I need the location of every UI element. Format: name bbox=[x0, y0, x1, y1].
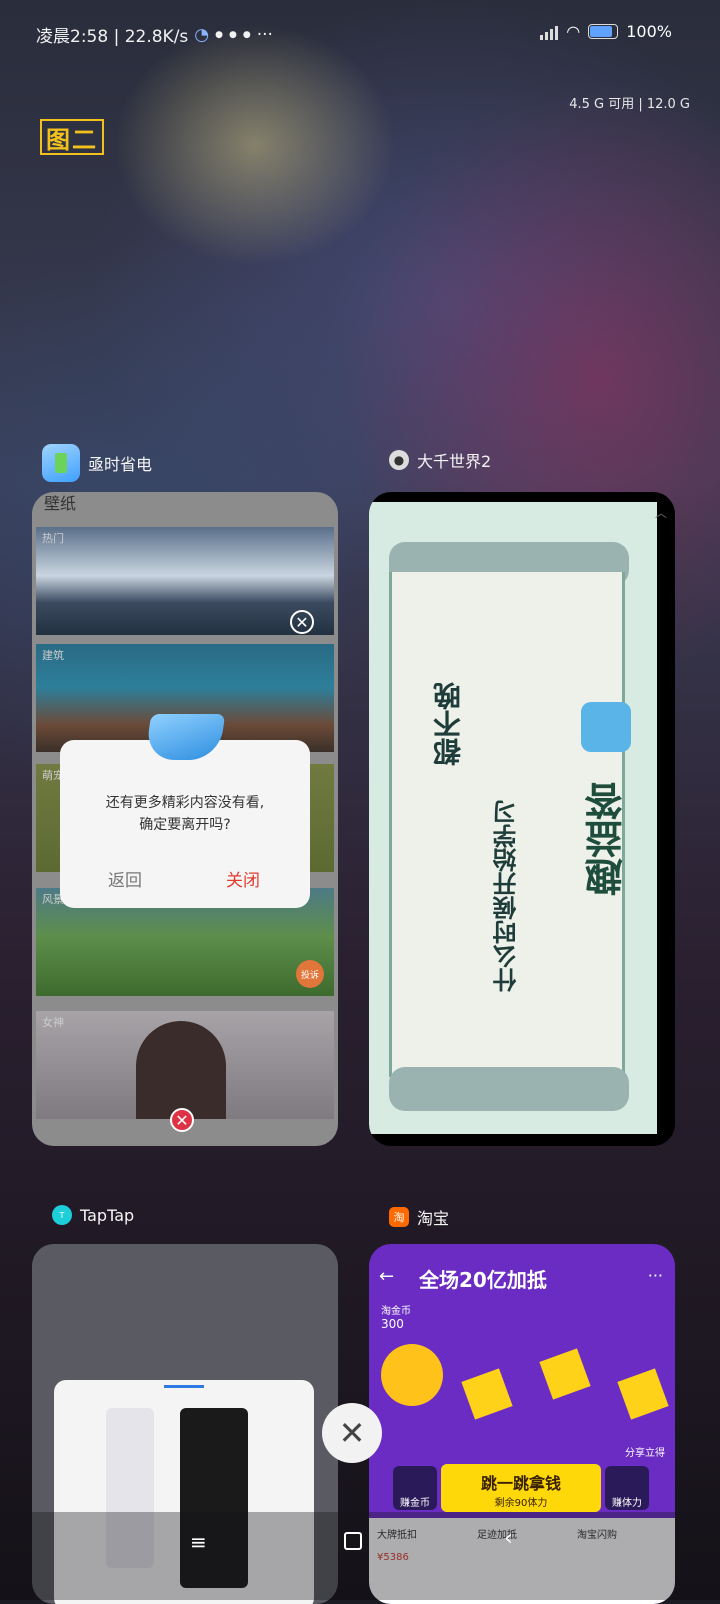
preview-tab-indicator bbox=[164, 1385, 204, 1388]
scroll-illustration: 都不晚 什么时候开始学习 趣益答 bbox=[369, 502, 657, 1134]
notification-dot-icon: ● bbox=[229, 29, 237, 40]
status-bar: 凌晨2:58 | 22.8K/s ◔ ● ● ● ··· ◠ 100% bbox=[0, 0, 720, 64]
back-nav-icon[interactable]: ‹ bbox=[504, 1526, 513, 1551]
back-button[interactable]: 返回 bbox=[108, 866, 142, 891]
app-name: 淘宝 bbox=[417, 1209, 450, 1228]
annotation-badge: 图二 bbox=[40, 119, 104, 155]
dialog-message-line2: 确定要离开吗? bbox=[139, 817, 231, 833]
coupon-block bbox=[461, 1368, 513, 1420]
portrait-image bbox=[136, 1021, 226, 1119]
earn-stamina-button[interactable]: 赚体力 bbox=[605, 1466, 649, 1510]
scroll-roll-bottom bbox=[389, 1067, 629, 1111]
wifi-icon: ◠ bbox=[566, 22, 581, 41]
book-icon bbox=[144, 714, 226, 760]
battery-percent: 100% bbox=[626, 22, 672, 41]
memory-indicator: 4.5 G 可用 | 12.0 G bbox=[569, 97, 690, 112]
more-icon[interactable]: ··· bbox=[648, 1266, 663, 1285]
app-name: TapTap bbox=[80, 1205, 135, 1225]
clear-all-button[interactable]: ✕ bbox=[322, 1403, 382, 1463]
app-name: 亟时省电 bbox=[88, 455, 153, 474]
back-arrow-icon[interactable]: ← bbox=[379, 1266, 394, 1287]
home-icon[interactable] bbox=[344, 1532, 362, 1550]
notification-dot-icon: ● bbox=[242, 29, 251, 40]
close-icon: ✕ bbox=[338, 1414, 366, 1452]
app-label-battery-saver[interactable]: 亟时省电 bbox=[42, 444, 152, 482]
brand-name: 趣益答 bbox=[585, 782, 629, 896]
jump-cta-button[interactable]: 跳一跳拿钱 剩余90体力 bbox=[441, 1464, 601, 1512]
share-label[interactable]: 分享立得 bbox=[625, 1444, 665, 1459]
close-ad-icon[interactable]: ✕ bbox=[170, 1108, 194, 1132]
coupon-block bbox=[539, 1348, 591, 1400]
mascot-image bbox=[381, 1344, 443, 1406]
coin-block: 淘金币 300 bbox=[381, 1302, 411, 1331]
cta-sublabel: 剩余90体力 bbox=[494, 1498, 548, 1509]
notification-dot-icon: ● bbox=[215, 29, 223, 40]
coupon-block bbox=[617, 1368, 669, 1420]
tile-label: 建筑 bbox=[42, 649, 64, 662]
alarm-icon: ◔ bbox=[194, 24, 210, 45]
confirm-close-button[interactable]: 关闭 bbox=[226, 866, 260, 891]
exit-confirm-dialog: 还有更多精彩内容没有看, 确定要离开吗? 返回 关闭 bbox=[60, 714, 310, 908]
close-ad-icon[interactable]: ✕ bbox=[290, 610, 314, 634]
coin-label: 淘金币 bbox=[381, 1306, 411, 1317]
status-time: 凌晨2:58 | 22.8K/s bbox=[36, 27, 189, 47]
card-header: 壁纸 bbox=[44, 494, 77, 513]
battery-icon bbox=[588, 24, 619, 39]
scroll-text-secondary: 都不晚 bbox=[432, 682, 465, 766]
dialog-message-line1: 还有更多精彩内容没有看, bbox=[105, 795, 265, 811]
tile-label: 热门 bbox=[42, 532, 64, 545]
scroll-text-primary: 什么时候开始学习 bbox=[493, 800, 521, 992]
cta-label: 跳一跳拿钱 bbox=[480, 1474, 561, 1493]
world-icon: ● bbox=[389, 450, 409, 470]
app-label-taobao[interactable]: 淘 淘宝 bbox=[389, 1205, 449, 1229]
taptap-icon: T bbox=[52, 1205, 72, 1225]
app-label-world[interactable]: ● 大千世界2 bbox=[389, 448, 491, 472]
report-button[interactable]: 投诉 bbox=[296, 960, 324, 988]
app-label-taptap[interactable]: T TapTap bbox=[52, 1205, 134, 1225]
scroll-up-icon[interactable]: ︿ bbox=[655, 504, 667, 521]
book-logo-icon bbox=[581, 702, 631, 752]
navigation-bar: ≡ ‹ bbox=[0, 1512, 720, 1600]
menu-icon[interactable]: ≡ bbox=[190, 1530, 207, 1554]
signal-icon bbox=[540, 24, 559, 40]
battery-saver-icon bbox=[42, 444, 80, 482]
promo-title: 全场20亿加抵 bbox=[419, 1268, 547, 1292]
earn-coins-button[interactable]: 赚金币 bbox=[393, 1466, 437, 1510]
app-name: 大千世界2 bbox=[417, 452, 492, 471]
recent-card-world[interactable]: 都不晚 什么时候开始学习 趣益答 ︿ bbox=[369, 492, 675, 1146]
more-notifications-icon: ··· bbox=[256, 24, 273, 45]
coin-value: 300 bbox=[381, 1317, 404, 1331]
wallpaper-tile[interactable]: 女神 bbox=[36, 1011, 334, 1119]
taobao-icon: 淘 bbox=[389, 1207, 409, 1227]
tile-label: 女神 bbox=[42, 1016, 64, 1029]
